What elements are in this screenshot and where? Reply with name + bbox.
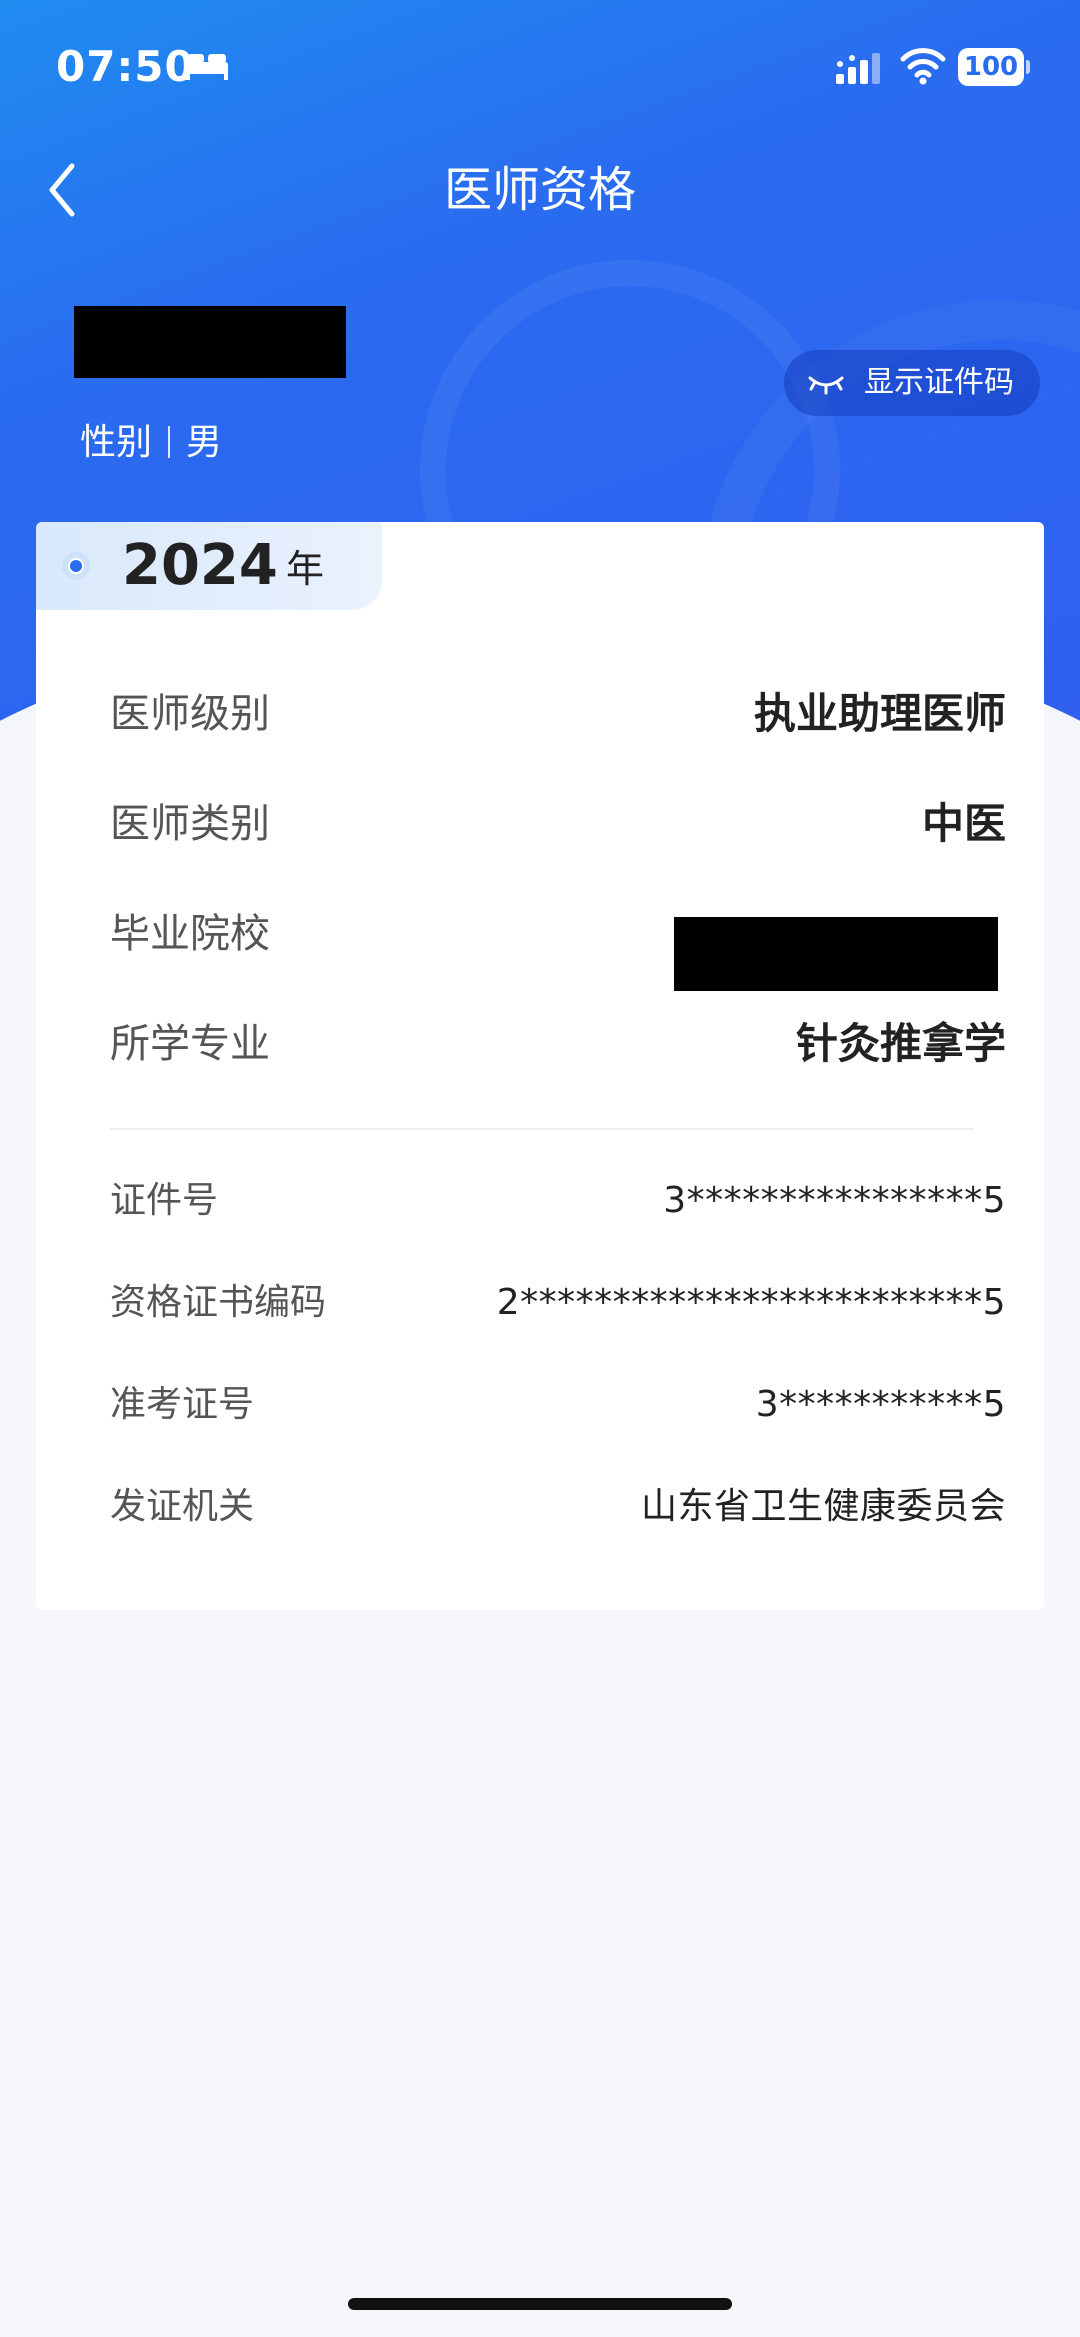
row-label: 资格证书编码 [110, 1282, 327, 1323]
year-dot-icon [62, 552, 90, 580]
status-bar: 07:50 100 [0, 0, 1080, 130]
row-value: 针灸推拿学 [795, 1019, 1006, 1068]
gender-separator [168, 426, 171, 458]
year-unit: 年 [286, 547, 325, 591]
qualification-card: 2024 年 医师级别 执业助理医师 医师类别 中医 毕业院校 所学专业 针灸推… [36, 522, 1044, 1610]
show-certificate-code-button[interactable]: 显示证件码 [784, 350, 1040, 416]
wifi-icon [900, 48, 946, 85]
home-indicator[interactable] [348, 2298, 732, 2310]
year-tab: 2024 年 [36, 522, 382, 610]
battery-level: 100 [958, 48, 1024, 86]
row-label: 发证机关 [110, 1486, 255, 1527]
name-redacted [74, 306, 346, 378]
divider [110, 1128, 974, 1130]
school-redacted [674, 917, 998, 991]
row-label: 准考证号 [110, 1384, 255, 1425]
battery-indicator: 100 [958, 48, 1030, 86]
year-number: 2024 [122, 533, 278, 598]
sleep-bed-icon [186, 54, 228, 80]
row-label: 证件号 [110, 1180, 219, 1221]
page-title: 医师资格 [443, 162, 636, 218]
row-label: 所学专业 [110, 1021, 270, 1067]
closed-eye-icon [808, 376, 844, 395]
gender-info: 性别男 [80, 418, 222, 468]
cellular-signal-icon [836, 53, 880, 84]
show-code-label: 显示证件码 [864, 365, 1014, 400]
gender-label: 性别 [80, 422, 153, 463]
status-time: 07:50 [56, 42, 195, 91]
row-value: 3****************5 [663, 1180, 1006, 1221]
row-label: 医师级别 [110, 691, 270, 737]
gender-value: 男 [186, 422, 223, 463]
row-value: 2*************************5 [496, 1282, 1006, 1323]
row-value: 3***********5 [755, 1384, 1006, 1425]
row-value: 中医 [921, 799, 1006, 848]
row-label: 医师类别 [110, 801, 270, 847]
row-value: 执业助理医师 [753, 689, 1006, 738]
battery-tip [1026, 60, 1030, 74]
row-value: 山东省卫生健康委员会 [640, 1486, 1006, 1527]
row-label: 毕业院校 [110, 911, 270, 957]
